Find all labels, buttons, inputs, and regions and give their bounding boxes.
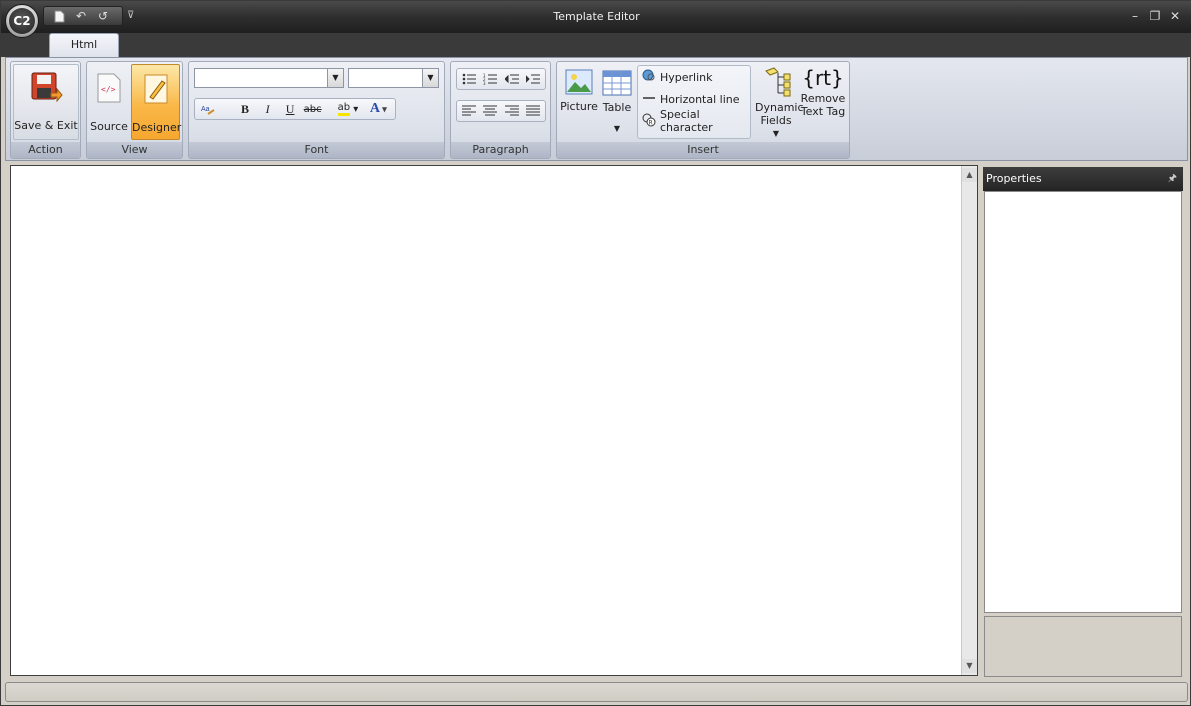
font-name-combobox[interactable]: ▼ <box>194 68 344 88</box>
svg-text:</>: </> <box>101 85 116 94</box>
html-editor-canvas[interactable]: ▲ ▼ <box>10 165 978 676</box>
svg-text:Aa: Aa <box>201 106 210 113</box>
font-group-label: Font <box>189 142 444 158</box>
dynamic-fields-button[interactable]: Dynamic Fields ▼ <box>755 64 804 140</box>
designer-label: Designer <box>132 121 182 134</box>
horizontal-line-icon <box>642 91 656 108</box>
picture-button[interactable]: Picture <box>560 64 598 140</box>
dynamic-fields-icon <box>760 67 792 97</box>
status-bar <box>5 682 1188 702</box>
dynamic-fields-label: Dynamic Fields <box>755 101 804 127</box>
chevron-down-icon[interactable]: ▼ <box>755 129 797 138</box>
tab-html[interactable]: Html <box>49 33 119 57</box>
justify-icon[interactable] <box>523 101 543 121</box>
designer-button[interactable]: Designer <box>131 64 182 140</box>
bold-icon[interactable]: B <box>234 99 256 119</box>
scroll-down-icon[interactable]: ▼ <box>962 659 977 673</box>
align-right-icon[interactable] <box>502 101 522 121</box>
scroll-up-icon[interactable]: ▲ <box>962 168 977 182</box>
remove-text-tag-button[interactable]: {rt} Remove Text Tag <box>800 64 846 140</box>
minimize-icon[interactable]: – <box>1127 9 1143 23</box>
paragraph-group: 123 Paragraph <box>450 61 551 159</box>
decrease-indent-icon[interactable] <box>502 69 522 89</box>
save-exit-label: Save & Exit <box>14 119 78 132</box>
properties-description-area <box>984 616 1182 677</box>
dynamic-fields-label-line2: Fields <box>760 114 792 127</box>
bulleted-list-icon[interactable] <box>459 69 479 89</box>
pin-icon[interactable]: 🖈 <box>1168 167 1177 191</box>
table-button[interactable]: Table ▼ <box>599 64 635 140</box>
properties-panel: Properties 🖈 <box>983 167 1183 677</box>
chevron-down-icon[interactable]: ▼ <box>599 124 635 133</box>
source-code-icon: </> <box>95 72 123 104</box>
insert-group: Picture Table ▼ Hyperlink Horizontal lin… <box>556 61 850 159</box>
properties-header: Properties 🖈 <box>983 167 1183 191</box>
horizontal-line-label: Horizontal line <box>660 92 740 106</box>
hyperlink-label: Hyperlink <box>660 70 713 84</box>
remove-text-tag-icon: {rt} <box>802 66 844 90</box>
properties-title: Properties <box>986 172 1042 185</box>
paragraph-group-label: Paragraph <box>451 142 550 158</box>
save-disk-icon <box>29 71 63 107</box>
table-label: Table <box>602 101 632 114</box>
chevron-down-icon[interactable]: ▼ <box>327 69 343 87</box>
font-color-icon[interactable]: A ▾ <box>364 99 393 119</box>
view-group-label: View <box>87 142 182 158</box>
increase-indent-icon[interactable] <box>523 69 543 89</box>
template-editor-window: C2 ↶ ↺ ⊽ Template Editor – ❐ ✕ Html Save… <box>0 0 1191 706</box>
remove-text-tag-label-line2: Text Tag <box>800 105 846 118</box>
picture-label: Picture <box>560 100 598 113</box>
restore-icon[interactable]: ❐ <box>1147 9 1163 23</box>
ribbon: Save & Exit Action </> Source Designer V… <box>5 57 1188 161</box>
remove-text-tag-label-line1: Remove <box>800 92 846 105</box>
vertical-scrollbar[interactable]: ▲ ▼ <box>961 166 977 675</box>
clear-formatting-icon[interactable]: Aa <box>197 99 219 119</box>
italic-icon[interactable]: I <box>257 99 279 119</box>
underline-icon[interactable]: U <box>279 99 301 119</box>
font-group: ▼ ▼ Aa B I U abc ab ▾ A ▾ Font <box>188 61 445 159</box>
table-icon <box>602 69 632 97</box>
insert-items-list: Hyperlink Horizontal line R Special char… <box>637 65 751 139</box>
strikethrough-icon[interactable]: abc <box>302 99 324 119</box>
picture-icon <box>565 68 593 96</box>
save-exit-button[interactable]: Save & Exit <box>13 64 79 140</box>
special-character-label: Special character <box>660 108 713 134</box>
highlight-color-icon[interactable]: ab ▾ <box>333 99 362 119</box>
svg-text:3: 3 <box>483 81 486 85</box>
align-center-icon[interactable] <box>480 101 500 121</box>
hyperlink-button[interactable]: Hyperlink <box>638 66 750 88</box>
hyperlink-globe-icon <box>642 69 656 86</box>
special-character-button[interactable]: R Special character <box>638 108 750 134</box>
application-menu-button[interactable]: C2 <box>5 4 39 38</box>
view-group: </> Source Designer View <box>86 61 183 159</box>
align-left-icon[interactable] <box>459 101 479 121</box>
dynamic-fields-label-line1: Dynamic <box>755 101 804 114</box>
special-character-icon: R <box>642 113 656 130</box>
alignment-toolbar <box>456 100 546 122</box>
action-group-label: Action <box>11 142 80 158</box>
chevron-down-icon[interactable]: ▼ <box>422 69 438 87</box>
source-label: Source <box>90 120 128 133</box>
svg-text:R: R <box>649 119 653 126</box>
close-icon[interactable]: ✕ <box>1167 9 1183 23</box>
ribbon-tab-strip: Html <box>1 33 1191 57</box>
action-group: Save & Exit Action <box>10 61 81 159</box>
window-title: Template Editor <box>553 10 640 23</box>
designer-pencil-icon <box>142 73 170 105</box>
app-logo: C2 <box>9 8 35 34</box>
list-toolbar: 123 <box>456 68 546 90</box>
remove-text-tag-label: Remove Text Tag <box>800 92 846 118</box>
numbered-list-icon[interactable]: 123 <box>480 69 500 89</box>
font-size-combobox[interactable]: ▼ <box>348 68 439 88</box>
title-bar: C2 ↶ ↺ ⊽ Template Editor – ❐ ✕ <box>1 1 1191 38</box>
source-button[interactable]: </> Source <box>89 64 129 140</box>
horizontal-line-button[interactable]: Horizontal line <box>638 88 750 110</box>
font-format-toolbar: Aa B I U abc ab ▾ A ▾ <box>194 98 396 120</box>
insert-group-label: Insert <box>557 142 849 158</box>
properties-grid[interactable] <box>984 191 1182 613</box>
